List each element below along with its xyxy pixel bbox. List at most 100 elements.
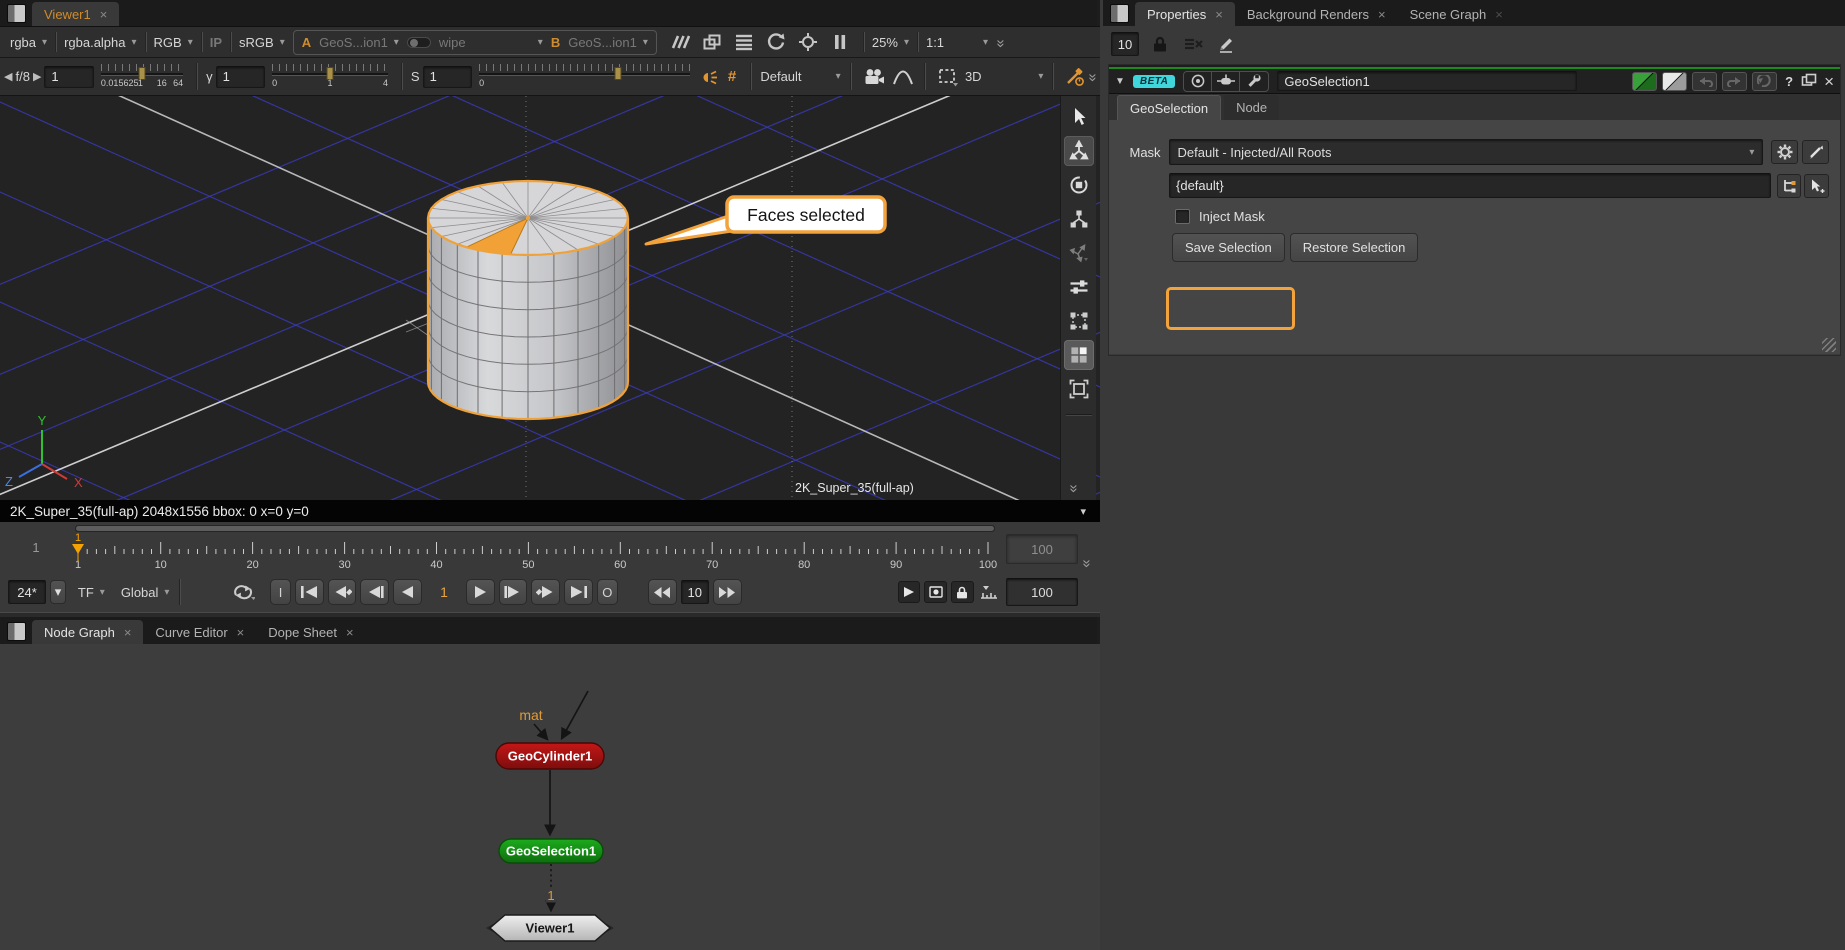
fps-field[interactable]: 24* [8, 580, 46, 604]
center-node-icon[interactable] [1184, 72, 1212, 91]
view-mode-dropdown[interactable]: 3D▾ [965, 69, 1044, 84]
zoom-dropdown[interactable]: 25%▾ [872, 35, 909, 50]
layer-dropdown[interactable]: rgba▾ [6, 35, 47, 50]
jump-forward-button[interactable] [713, 579, 742, 605]
mask-filter-field[interactable]: {default} [1169, 173, 1771, 198]
tab-scene-graph[interactable]: Scene Graph× [1398, 2, 1515, 26]
rotate-tool-icon[interactable] [1064, 170, 1094, 200]
mask-dropdown[interactable]: Default - Injected/All Roots ▾ [1169, 139, 1764, 165]
curve-icon[interactable] [891, 65, 915, 89]
prev-fstop-icon[interactable]: ◀ [4, 70, 12, 83]
node-geocylinder1[interactable]: GeoCylinder1 [496, 743, 604, 769]
tab-viewer1[interactable]: Viewer1 × [32, 2, 119, 26]
colorspace-dropdown[interactable]: sRGB▾ [239, 35, 285, 50]
collapse-triangle-icon[interactable]: ▼ [1115, 76, 1125, 87]
gamma-slider[interactable]: 0 1 4 [272, 62, 388, 92]
select-cursor-icon[interactable] [1064, 102, 1094, 132]
tab-dope-sheet[interactable]: Dope Sheet× [256, 620, 365, 644]
new-viewer-layers-icon[interactable] [697, 30, 727, 54]
pause-icon[interactable] [825, 30, 855, 54]
float-panel-icon[interactable] [1801, 73, 1817, 90]
toolbar-overflow-chevrons-icon[interactable]: » [1084, 73, 1101, 79]
max-panels-field[interactable]: 10 [1111, 32, 1139, 56]
play-forward-button[interactable] [466, 579, 495, 605]
pick-from-viewer-icon[interactable] [1804, 174, 1829, 198]
list-lines-icon[interactable] [729, 30, 759, 54]
frame-range-icon[interactable] [978, 580, 1000, 604]
frame-increment-field[interactable]: 10 [681, 580, 709, 604]
next-frame-button[interactable] [499, 579, 528, 605]
input-process-toggle[interactable]: IP [210, 35, 222, 50]
goto-start-button[interactable] [295, 579, 324, 605]
pane-menu-icon[interactable] [7, 622, 26, 641]
refresh-icon[interactable] [761, 30, 791, 54]
gain-input[interactable]: 1 [44, 66, 94, 88]
close-icon[interactable]: × [100, 8, 108, 21]
next-fstop-icon[interactable]: ▶ [33, 70, 41, 83]
input-a-dropdown[interactable]: GeoS...ion1▾ [319, 35, 399, 50]
global-range-end-field[interactable]: 100 [1006, 578, 1078, 606]
saturation-input[interactable]: 1 [423, 66, 473, 88]
timeline-frame-mode-dropdown[interactable]: TF▾ [78, 585, 105, 600]
out-point-button[interactable]: O [597, 579, 618, 605]
goto-end-button[interactable] [564, 579, 593, 605]
record-icon[interactable] [924, 581, 947, 603]
roi-stripes-icon[interactable] [665, 30, 695, 54]
toolbar-overflow-chevrons-icon[interactable]: » [993, 39, 1010, 45]
timeline-scrollbar[interactable] [75, 525, 995, 532]
restore-selection-button[interactable]: Restore Selection [1290, 233, 1419, 262]
pane-menu-icon[interactable] [1110, 4, 1129, 23]
redo-icon[interactable] [1722, 72, 1747, 91]
lock-range-icon[interactable] [951, 581, 974, 603]
loop-mode-icon[interactable] [230, 580, 256, 604]
gain-slider[interactable]: 0.015625 1 16 64 [101, 62, 183, 92]
headlamp-icon[interactable] [697, 65, 719, 89]
timeline-chevrons-icon[interactable]: » [1079, 559, 1096, 565]
scenegraph-tree-icon[interactable] [1777, 174, 1802, 198]
close-icon[interactable]: × [1495, 8, 1503, 21]
panel-resize-grip[interactable] [1822, 338, 1836, 352]
tab-node-graph[interactable]: Node Graph× [32, 620, 143, 644]
status-dropdown-icon[interactable]: ▾ [1080, 505, 1090, 518]
jump-back-button[interactable] [648, 579, 677, 605]
lock-panels-icon[interactable] [1148, 32, 1172, 56]
saturation-slider[interactable]: 0 [479, 62, 690, 92]
close-icon[interactable]: × [237, 626, 245, 639]
current-frame-value[interactable]: 1 [426, 584, 462, 600]
object-select-icon[interactable] [1064, 374, 1094, 404]
visible-range-end-field[interactable]: 100 [1006, 534, 1078, 564]
sample-syringe-icon[interactable] [1062, 65, 1086, 89]
sliders-icon[interactable] [1064, 272, 1094, 302]
inject-mask-checkbox[interactable] [1175, 209, 1190, 224]
mat-input-label[interactable]: mat [519, 707, 542, 723]
in-point-button[interactable]: I [270, 579, 291, 605]
close-icon[interactable]: × [1378, 8, 1386, 21]
help-button[interactable]: ? [1785, 74, 1793, 89]
face-select-icon[interactable] [1064, 340, 1094, 370]
undo-icon[interactable] [1692, 72, 1717, 91]
input-b-dropdown[interactable]: GeoS...ion1▾ [568, 35, 648, 50]
save-selection-button[interactable]: Save Selection [1172, 233, 1285, 262]
node-geoselection1[interactable]: GeoSelection1 [499, 839, 603, 863]
next-keyframe-button[interactable] [531, 579, 560, 605]
viewer-3d-viewport[interactable]: Faces selected Y X Z 2K_Super_35(full-ap… [0, 96, 1100, 500]
fstop-label[interactable]: f/8 [15, 69, 29, 84]
edit-pencil-icon[interactable] [1214, 32, 1238, 56]
proxy-dropdown[interactable]: 1:1▾ [926, 35, 988, 50]
side-toolbar-chevrons-icon[interactable]: » [1066, 484, 1083, 490]
mask-settings-gear-icon[interactable] [1771, 140, 1798, 164]
update-crosshair-icon[interactable] [793, 30, 823, 54]
tab-curve-editor[interactable]: Curve Editor× [143, 620, 256, 644]
lut-dropdown[interactable]: Default▾ [760, 69, 840, 84]
close-icon[interactable]: × [1215, 8, 1223, 21]
grid-snap-icon[interactable]: # [723, 65, 742, 89]
close-icon[interactable]: × [124, 626, 132, 639]
transform-handles-icon[interactable] [1064, 238, 1094, 268]
node-glyph-icon[interactable] [1212, 72, 1240, 91]
prev-keyframe-button[interactable] [328, 579, 357, 605]
flipbook-play-icon[interactable] [898, 581, 921, 603]
wipe-toggle[interactable] [407, 37, 431, 48]
translate-tool-icon[interactable] [1064, 136, 1094, 166]
alpha-layer-dropdown[interactable]: rgba.alpha▾ [64, 35, 136, 50]
close-panel-icon[interactable]: × [1824, 73, 1834, 90]
